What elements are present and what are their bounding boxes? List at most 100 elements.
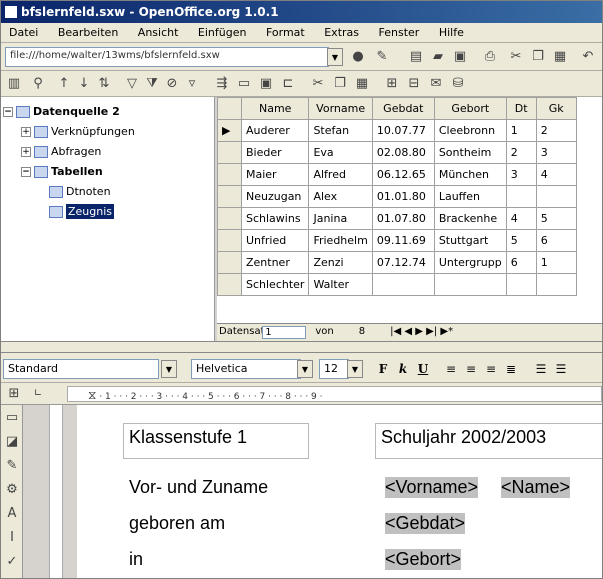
- table-row[interactable]: Schlawins Janina 01.07.80 Brackenhe 4 5: [217, 207, 577, 230]
- gebdat-field[interactable]: <Gebdat>: [385, 513, 466, 534]
- menu-ansicht[interactable]: Ansicht: [130, 23, 187, 42]
- paste-icon[interactable]: ▦: [549, 46, 571, 68]
- insert-record-icon[interactable]: ⊞: [381, 73, 403, 95]
- align-right-icon[interactable]: ≡: [481, 359, 501, 379]
- tree-item-dtnoten[interactable]: Dtnoten: [49, 185, 111, 198]
- paragraph-style-dropdown-button[interactable]: ▼: [161, 360, 177, 378]
- delete-record-icon[interactable]: ⊟: [403, 73, 425, 95]
- align-center-icon[interactable]: ≡: [461, 359, 481, 379]
- print-icon[interactable]: ⎙: [479, 46, 501, 68]
- text-cursor-icon[interactable]: I: [1, 527, 23, 549]
- tree-root[interactable]: − Datenquelle 2: [3, 105, 120, 118]
- edit-file-icon[interactable]: ✎: [371, 46, 393, 68]
- document-page[interactable]: Klassenstufe 1 Schuljahr 2002/2003 Vor- …: [77, 405, 602, 578]
- table-row[interactable]: Schlechter Walter: [217, 273, 577, 296]
- save-icon[interactable]: ▣: [449, 46, 471, 68]
- vorname-label[interactable]: Vor- und Zuname: [129, 477, 268, 498]
- edit-autotext-icon[interactable]: A: [1, 503, 23, 525]
- autofilter-icon[interactable]: ▽: [121, 73, 143, 95]
- bold-button[interactable]: F: [373, 359, 393, 379]
- save-record-icon[interactable]: ▣: [255, 73, 277, 95]
- col-header-gebort[interactable]: Gebort: [433, 97, 507, 120]
- current-row-marker-icon[interactable]: ▶: [217, 119, 242, 142]
- menu-bearbeiten[interactable]: Bearbeiten: [50, 23, 126, 42]
- gebort-field[interactable]: <Gebort>: [385, 549, 462, 570]
- font-size-dropdown-button[interactable]: ▼: [347, 360, 363, 378]
- draw-functions-icon[interactable]: ✎: [1, 455, 23, 477]
- table-row[interactable]: Neuzugan Alex 01.01.80 Lauffen: [217, 185, 577, 208]
- table-row[interactable]: Unfried Friedhelm 09.11.69 Stuttgart 5 6: [217, 229, 577, 252]
- menu-einfuegen[interactable]: Einfügen: [190, 23, 255, 42]
- form-functions-icon[interactable]: ⚙: [1, 479, 23, 501]
- geboren-label[interactable]: geboren am: [129, 513, 225, 534]
- insert-icon[interactable]: ▭: [1, 407, 23, 429]
- paragraph-style-select[interactable]: Standard: [3, 359, 159, 379]
- expand-icon[interactable]: +: [21, 147, 31, 157]
- col-header-dt[interactable]: Dt: [505, 97, 537, 120]
- url-input[interactable]: file:///home/walter/13wms/bfslernfeld.sx…: [5, 47, 329, 67]
- menu-hilfe[interactable]: Hilfe: [431, 23, 472, 42]
- next-record-icon[interactable]: ▶: [415, 326, 423, 337]
- col-header-name[interactable]: Name: [240, 97, 310, 120]
- data-source-icon[interactable]: ⛁: [447, 73, 469, 95]
- col-header-vorname[interactable]: Vorname: [308, 97, 373, 120]
- tree-item-tabellen[interactable]: − Tabellen: [21, 165, 103, 178]
- indent-marker-icon[interactable]: ⧖: [88, 388, 96, 401]
- name-field[interactable]: <Name>: [501, 477, 571, 498]
- current-record-input[interactable]: 1: [262, 326, 307, 339]
- undo-icon[interactable]: ↶: [577, 46, 599, 68]
- justify-icon[interactable]: ≣: [501, 359, 521, 379]
- standard-filter-icon[interactable]: ⧩: [141, 73, 163, 95]
- ruler-scale[interactable]: ⧖ · 1 · · · 2 · · · 3 · · · 4 · · · 5 · …: [67, 386, 602, 402]
- insert-fields-icon[interactable]: ◪: [1, 431, 23, 453]
- remove-filter-icon[interactable]: ⊘: [161, 73, 183, 95]
- cut-record-icon[interactable]: ✂: [307, 73, 329, 95]
- cut-icon[interactable]: ✂: [505, 46, 527, 68]
- tree-item-zeugnis[interactable]: Zeugnis: [49, 204, 115, 219]
- beamer-splitter[interactable]: [1, 341, 602, 353]
- data-to-fields-icon[interactable]: ▭: [233, 73, 255, 95]
- bullets-icon[interactable]: ☰: [551, 359, 571, 379]
- spellcheck-icon[interactable]: ✓: [1, 551, 23, 573]
- table-row[interactable]: ▶ Auderer Stefan 10.07.77 Cleebronn 1 2: [217, 119, 577, 142]
- paste-record-icon[interactable]: ▦: [351, 73, 373, 95]
- menu-extras[interactable]: Extras: [316, 23, 367, 42]
- tree-item-verknuepfungen[interactable]: + Verknüpfungen: [21, 125, 135, 138]
- sort-ascending-icon[interactable]: ↑: [53, 73, 75, 95]
- col-header-gebdat[interactable]: Gebdat: [371, 97, 435, 120]
- collapse-icon[interactable]: −: [21, 167, 31, 177]
- italic-button[interactable]: k: [393, 359, 413, 379]
- font-name-select[interactable]: Helvetica: [191, 359, 301, 379]
- vorname-field[interactable]: <Vorname>: [385, 477, 479, 498]
- table-insert-icon[interactable]: ⊞: [3, 383, 25, 405]
- menu-datei[interactable]: Datei: [1, 23, 46, 42]
- explorer-icon[interactable]: ▥: [3, 73, 25, 95]
- stop-icon[interactable]: ●: [347, 46, 369, 68]
- table-row[interactable]: Zentner Zenzi 07.12.74 Untergrupp 6 1: [217, 251, 577, 274]
- col-header-gk[interactable]: Gk: [535, 97, 577, 120]
- schuljahr-text[interactable]: Schuljahr 2002/2003: [381, 427, 546, 448]
- sort-descending-icon[interactable]: ↓: [73, 73, 95, 95]
- new-document-icon[interactable]: ▤: [405, 46, 427, 68]
- table-row[interactable]: Maier Alfred 06.12.65 München 3 4: [217, 163, 577, 186]
- align-left-icon[interactable]: ≡: [441, 359, 461, 379]
- first-record-icon[interactable]: |◀: [390, 326, 401, 337]
- open-icon[interactable]: ▰: [427, 46, 449, 68]
- data-to-text-icon[interactable]: ⇶: [211, 73, 233, 95]
- undo-record-icon[interactable]: ⊏: [277, 73, 299, 95]
- copy-icon[interactable]: ❐: [527, 46, 549, 68]
- expand-icon[interactable]: +: [21, 127, 31, 137]
- font-name-dropdown-button[interactable]: ▼: [297, 360, 313, 378]
- collapse-icon[interactable]: −: [3, 107, 13, 117]
- table-row[interactable]: Bieder Eva 02.08.80 Sontheim 2 3: [217, 141, 577, 164]
- find-record-icon[interactable]: ⚲: [27, 73, 49, 95]
- in-label[interactable]: in: [129, 549, 143, 570]
- copy-record-icon[interactable]: ❐: [329, 73, 351, 95]
- tab-stop-icon[interactable]: ∟: [27, 383, 49, 405]
- underline-button[interactable]: U: [413, 359, 433, 379]
- sort-icon[interactable]: ⇅: [93, 73, 115, 95]
- url-dropdown-button[interactable]: ▼: [327, 48, 343, 66]
- menu-format[interactable]: Format: [258, 23, 313, 42]
- klassenstufe-text[interactable]: Klassenstufe 1: [129, 427, 247, 448]
- new-record-icon[interactable]: ▶*: [440, 326, 453, 337]
